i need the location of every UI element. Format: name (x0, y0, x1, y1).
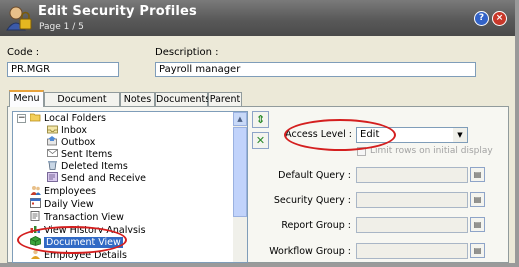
access-level-select[interactable]: Edit ▼ (356, 127, 468, 143)
tree-item-view-history-analysis[interactable]: View History Analysis (30, 224, 146, 233)
tree-item-label: Outbox (61, 137, 96, 148)
code-label: Code : (7, 47, 40, 58)
tree-item-label: Transaction View (44, 212, 124, 223)
tree-item-label: Employees (44, 186, 96, 197)
collapse-icon[interactable]: − (17, 114, 26, 123)
report-group-label: Report Group : (281, 220, 351, 231)
page-indicator: Page 1 / 5 (39, 22, 84, 32)
default-query-lookup-icon[interactable]: ▤ (470, 167, 485, 182)
description-label: Description : (155, 47, 219, 58)
scroll-thumb[interactable] (233, 127, 247, 217)
tree-item-label: Local Folders (44, 113, 106, 124)
tree-item-employee-details[interactable]: Employee Details (30, 249, 127, 262)
workflow-group-lookup-icon[interactable]: ▤ (470, 243, 485, 258)
inbox-icon (47, 125, 58, 134)
tree-item-label: Send and Receive (61, 173, 147, 184)
window-title: Edit Security Profiles (38, 4, 197, 19)
tree-item-document-view[interactable]: Document View (30, 236, 123, 249)
report-group-lookup-icon[interactable]: ▤ (470, 217, 485, 232)
workflow-group-label: Workflow Group : (269, 246, 351, 257)
outbox-icon (47, 136, 57, 146)
menu-tree[interactable]: − Local Folders Inbox Outbox Sent Items … (12, 111, 248, 263)
sent-items-icon (47, 149, 58, 157)
description-field[interactable]: Payroll manager (155, 62, 476, 77)
tab-parent[interactable]: Parent (208, 92, 242, 106)
limit-rows-checkbox[interactable] (357, 147, 366, 156)
help-button[interactable]: ? (474, 11, 489, 26)
security-query-field[interactable] (356, 192, 468, 208)
deleted-items-icon (48, 161, 57, 170)
tree-item-label: Employee Details (44, 250, 128, 261)
tree-item-label: Deleted Items (61, 161, 128, 172)
employees-icon (30, 186, 41, 195)
transaction-view-icon (30, 211, 40, 221)
tab-notes[interactable]: Notes (120, 92, 155, 106)
tree-item-label: Document View (44, 237, 123, 248)
tree-item-label: View History Analysis (44, 225, 146, 233)
tab-menu[interactable]: Menu (9, 90, 44, 107)
tree-item-label: Daily View (44, 199, 94, 210)
tree-item-transaction-view[interactable]: Transaction View (30, 211, 124, 224)
employee-details-icon (31, 249, 40, 259)
refresh-menu-button[interactable]: ⇕ (252, 111, 269, 128)
tab-documents[interactable]: Documents (155, 92, 210, 106)
tree-item-daily-view[interactable]: Daily View (30, 198, 94, 211)
tab-document-folders[interactable]: Document Folders (44, 92, 120, 119)
document-view-icon (30, 236, 41, 246)
tree-vertical-scrollbar[interactable]: ▲ (233, 112, 247, 262)
title-bar: Edit Security Profiles Page 1 / 5 ? × (0, 0, 515, 36)
daily-view-icon (30, 198, 41, 208)
close-button[interactable]: × (492, 11, 507, 26)
tree-item-employees[interactable]: Employees (30, 185, 96, 198)
workflow-group-field[interactable] (356, 243, 468, 259)
security-query-lookup-icon[interactable]: ▤ (470, 192, 485, 207)
chevron-down-icon[interactable]: ▼ (453, 128, 467, 142)
access-level-label: Access Level : (285, 129, 352, 140)
access-level-value: Edit (360, 129, 380, 140)
code-field[interactable]: PR.MGR (7, 62, 119, 77)
edit-security-profiles-window: Edit Security Profiles Page 1 / 5 ? × Co… (0, 0, 519, 267)
tree-item-label: Sent Items (61, 149, 113, 160)
history-icon (30, 226, 40, 233)
default-query-field[interactable] (356, 167, 468, 183)
send-receive-icon (47, 172, 58, 182)
report-group-field[interactable] (356, 217, 468, 233)
default-query-label: Default Query : (278, 170, 351, 181)
limit-rows-label: Limit rows on initial display (370, 146, 493, 156)
scroll-up-arrow-icon[interactable]: ▲ (233, 112, 247, 126)
security-query-label: Security Query : (273, 195, 351, 206)
security-profile-icon (6, 6, 32, 31)
tree-item-label: Inbox (61, 125, 87, 136)
folder-open-icon (30, 113, 41, 122)
tree-item-send-and-receive[interactable]: Send and Receive (47, 172, 146, 185)
